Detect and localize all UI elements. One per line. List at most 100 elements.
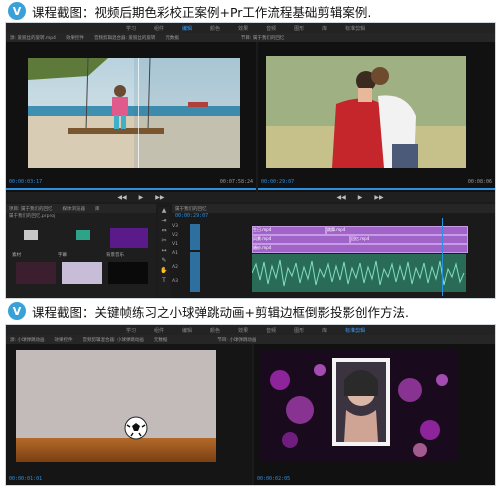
lesson-title-1: 课程截图：视频后期色彩校正案例+Pr工作流程基础剪辑案例. [32, 4, 372, 20]
tab-effect-controls[interactable]: 效果控件 [66, 35, 84, 41]
bin-thumb-purple[interactable] [110, 228, 148, 248]
ball-scene [16, 350, 216, 462]
menu-item-effects[interactable]: 效果 [238, 25, 248, 32]
waveform-graphic [252, 259, 465, 287]
tab-libraries[interactable]: 库 [95, 206, 100, 212]
menu-item-learn[interactable]: 学习 [126, 25, 136, 32]
menu-item-audio[interactable]: 音频 [266, 327, 276, 334]
menu-item-editing[interactable]: 编辑 [182, 25, 192, 32]
premiere-window-1: 学习 组件 编辑 颜色 效果 音频 图形 库 标准剪辑 源: 爱丽丝的旋转.mp… [5, 22, 496, 299]
floor [16, 438, 216, 462]
program-monitor: 00:00:29:07 00:08:06 [258, 42, 495, 192]
menu-item-graphics[interactable]: 图形 [294, 327, 304, 334]
menu-item-color[interactable]: 颜色 [210, 25, 220, 32]
track-select-icon[interactable]: ⇥ [158, 217, 170, 227]
premiere-window-2: 学习 组件 编辑 颜色 效果 音频 图形 库 标准剪辑 源: 小球弹跳动画 效果… [5, 324, 496, 486]
text-tool-icon[interactable]: T [158, 277, 170, 287]
source-timecode-2: 00:00:01:01 [9, 476, 43, 482]
tab-metadata[interactable]: 元数据 [154, 337, 168, 343]
clip-v2-1[interactable]: 回忆.mp4 [350, 235, 468, 244]
bin-folder[interactable] [24, 230, 38, 240]
audio-waveform[interactable] [252, 254, 466, 292]
source-video-frame [28, 58, 240, 168]
monitor-tabs-2: 源: 小球弹跳动画 效果控件 音频剪辑混合器: 小球弹跳动画 元数据 节目: 小… [6, 335, 495, 344]
bin-audio[interactable] [76, 230, 90, 240]
pen-tool-icon[interactable]: ✎ [158, 257, 170, 267]
menu-item-assembly[interactable]: 组件 [154, 25, 164, 32]
tab-program[interactable]: 节目: 小球弹跳动画 [217, 337, 256, 343]
project-tabs: 项目: 属于我们的回忆 媒体浏览器 库 [6, 204, 156, 213]
track-v2: V2 [172, 233, 178, 238]
tab-media-browser[interactable]: 媒体浏览器 [62, 206, 85, 212]
program-step-forward-icon[interactable]: ▶▶ [374, 194, 383, 201]
bin-thumb-dark[interactable] [108, 262, 148, 284]
program-step-back-icon[interactable]: ◀◀ [337, 194, 346, 201]
menu-item-standard[interactable]: 标准剪辑 [345, 327, 365, 334]
ripple-edit-icon[interactable]: ⇔ [158, 227, 170, 237]
track-target-a[interactable] [190, 252, 200, 292]
transport-controls: ◀◀ ▶ ▶▶ ◀◀ ▶ ▶▶ [6, 192, 495, 202]
tab-program[interactable]: 节目: 属于我们的回忆 [241, 35, 284, 41]
tab-metadata[interactable]: 元数据 [165, 35, 179, 41]
bin-label-2: 背景音乐 [106, 253, 124, 258]
source-scrubber[interactable] [6, 188, 256, 190]
tab-project[interactable]: 项目: 属于我们的回忆 [9, 206, 52, 212]
v-badge-icon: V [8, 302, 26, 320]
tab-source[interactable]: 源: 小球弹跳动画 [10, 337, 44, 343]
playhead[interactable] [442, 218, 443, 296]
menu-item-effects[interactable]: 效果 [238, 327, 248, 334]
menu-item-libraries[interactable]: 库 [322, 25, 327, 32]
tools-panel: ▲ ⇥ ⇔ ✂ ↔ ✎ ✋ T [158, 207, 170, 297]
menu-item-graphics[interactable]: 图形 [294, 25, 304, 32]
play-icon[interactable]: ▶ [139, 194, 144, 201]
menu-item-color[interactable]: 颜色 [210, 327, 220, 334]
effect-preview: 00:00:01:01 [6, 344, 252, 485]
tab-timeline[interactable]: 属于我们的回忆 [175, 206, 207, 212]
step-back-icon[interactable]: ◀◀ [117, 194, 126, 201]
menu-item-editing[interactable]: 编辑 [182, 327, 192, 334]
bin-label-1: 字幕 [58, 253, 67, 258]
menu-item-standard[interactable]: 标准剪辑 [345, 25, 365, 32]
workspace-menubar-2: 学习 组件 编辑 颜色 效果 音频 图形 库 标准剪辑 [6, 325, 495, 335]
program-scrubber[interactable] [258, 188, 495, 190]
source-monitor: 00:00:03:17 00:07:58:24 [6, 42, 256, 192]
track-v1: V1 [172, 242, 178, 247]
bokeh-portrait-image [270, 358, 448, 457]
tab-audio-mixer[interactable]: 音频剪辑混合器: 爱丽丝的旋转 [94, 35, 155, 41]
tab-audio-mixer[interactable]: 音频剪辑混合器: 小球弹跳动画 [82, 337, 143, 343]
lesson-title-2: 课程截图：关键帧练习之小球弹跳动画+剪辑边框倒影投影创作方法. [32, 304, 409, 320]
bokeh-scene [260, 350, 458, 462]
tab-effect-controls[interactable]: 效果控件 [54, 337, 72, 343]
clip-v3-0[interactable]: 生日.mp4 [252, 226, 326, 235]
timeline-panel: 属于我们的回忆 00:00:29:07 V3 V2 V1 A1 A2 A3 生日… [172, 204, 495, 298]
step-forward-icon[interactable]: ▶▶ [155, 194, 164, 201]
bin-thumb-flowers[interactable] [62, 262, 102, 284]
menu-item-audio[interactable]: 音频 [266, 25, 276, 32]
v-badge-icon: V [8, 2, 26, 20]
program-video-frame [266, 56, 466, 168]
menu-item-libraries[interactable]: 库 [322, 327, 327, 334]
clip-v2-0[interactable]: 风景.mp4 [252, 235, 350, 244]
lesson-header-1: V 课程截图：视频后期色彩校正案例+Pr工作流程基础剪辑案例. [0, 0, 500, 22]
monitor-tabs: 源: 爱丽丝的旋转.mp4 效果控件 音频剪辑混合器: 爱丽丝的旋转 元数据 节… [6, 33, 495, 42]
clip-v3-1[interactable]: 跳舞.mp4 [326, 226, 468, 235]
tab-source[interactable]: 源: 爱丽丝的旋转.mp4 [10, 35, 56, 41]
beach-swing-image [28, 58, 240, 168]
track-target-v[interactable] [190, 224, 200, 250]
source-timecode-start: 00:00:03:17 [9, 179, 43, 185]
bin-thumb-pink[interactable] [16, 262, 56, 284]
track-a3: A3 [172, 279, 178, 284]
hand-tool-icon[interactable]: ✋ [158, 267, 170, 277]
razor-tool-icon[interactable]: ✂ [158, 237, 170, 247]
track-headers: V3 V2 V1 A1 A2 A3 [172, 224, 250, 296]
clip-v1-0[interactable]: 婚纱.mp4 [252, 244, 468, 253]
timeline-timecode: 00:00:29:07 [175, 213, 209, 219]
menu-item-assembly[interactable]: 组件 [154, 327, 164, 334]
program-play-icon[interactable]: ▶ [358, 194, 363, 201]
track-a1: A1 [172, 251, 178, 256]
slip-tool-icon[interactable]: ↔ [158, 247, 170, 257]
menu-item-learn[interactable]: 学习 [126, 327, 136, 334]
selection-tool-icon[interactable]: ▲ [158, 207, 170, 217]
lesson-header-2: V 课程截图：关键帧练习之小球弹跳动画+剪辑边框倒影投影创作方法. [0, 300, 500, 322]
soccer-ball-icon [124, 416, 148, 440]
